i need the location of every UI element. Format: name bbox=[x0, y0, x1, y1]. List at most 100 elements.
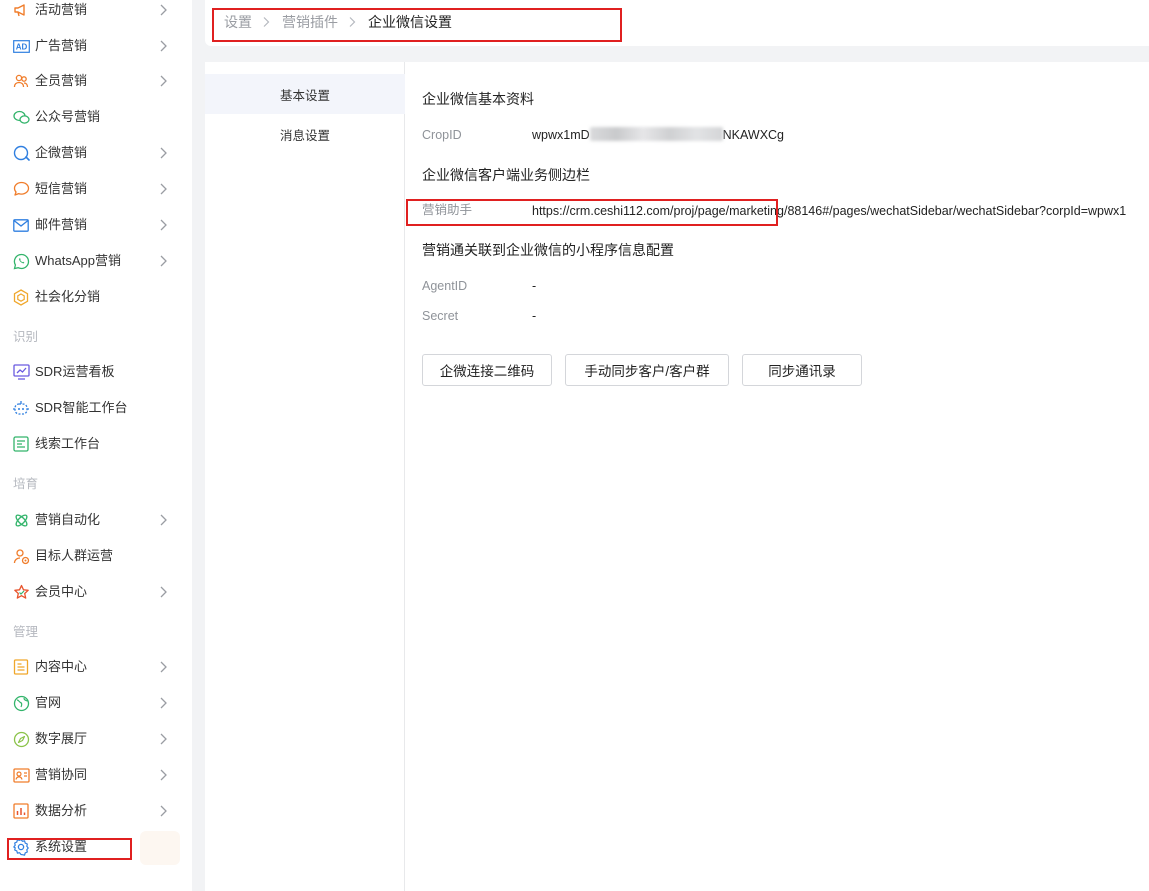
chevron-right-icon bbox=[263, 17, 270, 27]
chevron-right-icon bbox=[160, 183, 167, 195]
sync-contacts-button[interactable]: 同步通讯录 bbox=[742, 354, 862, 386]
sidebar-item-label: 公众号营销 bbox=[35, 109, 101, 124]
sidebar-item-sdr-workbench[interactable]: SDR智能工作台 bbox=[0, 390, 192, 426]
sidebar-item-email-marketing[interactable]: 邮件营销 bbox=[0, 207, 192, 243]
sidebar-item-label: 广告营销 bbox=[35, 38, 88, 53]
group-label-manage: 管理 bbox=[13, 625, 39, 639]
chevron-right-icon bbox=[160, 4, 167, 16]
crop-id-suffix: NKAWXCg bbox=[722, 128, 785, 142]
chat-bubble-icon bbox=[12, 144, 30, 162]
target-people-icon bbox=[12, 547, 30, 565]
sidebar-item-label: 营销自动化 bbox=[35, 512, 101, 527]
whatsapp-icon bbox=[12, 252, 30, 270]
star-icon bbox=[12, 583, 30, 601]
document-icon bbox=[12, 658, 30, 676]
sidebar-item-label: 数据分析 bbox=[35, 803, 88, 818]
chevron-right-icon bbox=[160, 661, 167, 673]
chevron-right-icon bbox=[160, 733, 167, 745]
sidebar-item-marketing-collab[interactable]: 营销协同 bbox=[0, 757, 192, 793]
atom-icon bbox=[12, 511, 30, 529]
sidebar-item-label: WhatsApp营销 bbox=[35, 253, 121, 268]
settings-icon bbox=[12, 838, 30, 856]
robot-icon bbox=[12, 399, 30, 417]
dashboard-icon bbox=[12, 363, 30, 381]
breadcrumb-item-marketing-plugin[interactable]: 营销插件 bbox=[282, 13, 338, 31]
sidebar-item-label: 活动营销 bbox=[35, 2, 88, 17]
sidebar-item-label: SDR智能工作台 bbox=[35, 400, 128, 415]
chart-icon bbox=[12, 802, 30, 820]
wechat-icon bbox=[12, 108, 30, 126]
megaphone-icon bbox=[12, 1, 30, 19]
chevron-right-icon bbox=[160, 805, 167, 817]
agent-id-value: - bbox=[532, 279, 537, 293]
svg-text:AD: AD bbox=[15, 42, 27, 51]
sidebar-item-member-center[interactable]: 会员中心 bbox=[0, 574, 192, 610]
chevron-right-icon bbox=[160, 514, 167, 526]
sidebar-item-label: 全员营销 bbox=[35, 73, 88, 88]
chevron-right-icon bbox=[160, 586, 167, 598]
sidebar-item-digital-showroom[interactable]: 数字展厅 bbox=[0, 721, 192, 757]
section-title-sidebar: 企业微信客户端业务侧边栏 bbox=[422, 167, 590, 183]
group-label-recognize: 识别 bbox=[13, 330, 39, 344]
secret-label: Secret bbox=[422, 309, 459, 323]
sidebar-item-system-settings[interactable]: 系统设置 bbox=[0, 829, 192, 865]
sidebar-item-label: 邮件营销 bbox=[35, 217, 88, 232]
crop-id-value: wpwx1mD NKAWXCg bbox=[532, 127, 784, 143]
sidebar-item-official-account-marketing[interactable]: 公众号营销 bbox=[0, 99, 192, 135]
subnav-item-message-settings[interactable]: 消息设置 bbox=[205, 114, 405, 154]
sidebar-item-target-audience[interactable]: 目标人群运营 bbox=[0, 538, 192, 574]
sidebar-item-social-distribution[interactable]: 社会化分销 bbox=[0, 279, 192, 315]
sidebar: 活动营销 AD 广告营销 全员营销 公众号营销 企微营销 短信营销 邮件营销 W… bbox=[0, 0, 192, 891]
sidebar-item-sdr-dashboard[interactable]: SDR运营看板 bbox=[0, 354, 192, 390]
crop-id-prefix: wpwx1mD bbox=[532, 128, 590, 142]
sidebar-item-label: 数字展厅 bbox=[35, 731, 88, 746]
crop-id-label: CropID bbox=[422, 128, 462, 142]
breadcrumb-item-settings[interactable]: 设置 bbox=[224, 13, 252, 31]
breadcrumb-item-wecom-settings: 企业微信设置 bbox=[368, 14, 452, 30]
sidebar-item-sms-marketing[interactable]: 短信营销 bbox=[0, 171, 192, 207]
sidebar-item-label: 企微营销 bbox=[35, 145, 88, 160]
sidebar-item-label: SDR运营看板 bbox=[35, 364, 115, 379]
mail-icon bbox=[12, 216, 30, 234]
sidebar-item-label: 会员中心 bbox=[35, 584, 88, 599]
sidebar-item-label: 内容中心 bbox=[35, 659, 88, 674]
sidebar-item-activity-marketing[interactable]: 活动营销 bbox=[0, 0, 192, 28]
compass-icon bbox=[12, 730, 30, 748]
sidebar-item-label: 官网 bbox=[35, 695, 62, 710]
sidebar-item-label: 系统设置 bbox=[35, 839, 88, 854]
section-title-miniprogram: 营销通关联到企业微信的小程序信息配置 bbox=[422, 242, 674, 258]
clue-icon bbox=[12, 435, 30, 453]
people-icon bbox=[12, 72, 30, 90]
chevron-right-icon bbox=[160, 255, 167, 267]
sidebar-item-label: 目标人群运营 bbox=[35, 548, 114, 563]
sidebar-item-wecom-marketing[interactable]: 企微营销 bbox=[0, 135, 192, 171]
chevron-right-icon bbox=[160, 219, 167, 231]
chevron-right-icon bbox=[160, 769, 167, 781]
sidebar-item-data-analysis[interactable]: 数据分析 bbox=[0, 793, 192, 829]
sidebar-item-marketing-automation[interactable]: 营销自动化 bbox=[0, 502, 192, 538]
ad-icon: AD bbox=[12, 37, 30, 55]
sidebar-item-ad-marketing[interactable]: AD 广告营销 bbox=[0, 28, 192, 64]
assistant-label: 营销助手 bbox=[422, 203, 473, 217]
subnav-item-basic-settings[interactable]: 基本设置 bbox=[205, 74, 405, 114]
header: 设置 营销插件 企业微信设置 bbox=[205, 0, 1149, 46]
settings-subnav: 基本设置 消息设置 bbox=[205, 62, 405, 891]
hexagon-icon bbox=[12, 288, 30, 306]
agent-id-label: AgentID bbox=[422, 279, 468, 293]
chevron-right-icon bbox=[160, 40, 167, 52]
sidebar-item-whatsapp-marketing[interactable]: WhatsApp营销 bbox=[0, 243, 192, 279]
sidebar-item-label: 线索工作台 bbox=[35, 436, 101, 451]
id-card-icon bbox=[12, 766, 30, 784]
wecom-qrcode-button[interactable]: 企微连接二维码 bbox=[422, 354, 552, 386]
sidebar-item-label: 短信营销 bbox=[35, 181, 88, 196]
content-panel: 基本设置 消息设置 bbox=[205, 62, 1149, 891]
sync-customers-button[interactable]: 手动同步客户/客户群 bbox=[565, 354, 729, 386]
sidebar-item-content-center[interactable]: 内容中心 bbox=[0, 649, 192, 685]
sidebar-item-label: 营销协同 bbox=[35, 767, 88, 782]
group-label-nurture: 培育 bbox=[13, 477, 39, 491]
sidebar-item-all-staff-marketing[interactable]: 全员营销 bbox=[0, 63, 192, 99]
assistant-url[interactable]: https://crm.ceshi112.com/proj/page/marke… bbox=[532, 203, 1149, 219]
redacted-blur bbox=[589, 127, 723, 141]
sidebar-item-official-site[interactable]: 官网 bbox=[0, 685, 192, 721]
sidebar-item-clue-workbench[interactable]: 线索工作台 bbox=[0, 426, 192, 462]
